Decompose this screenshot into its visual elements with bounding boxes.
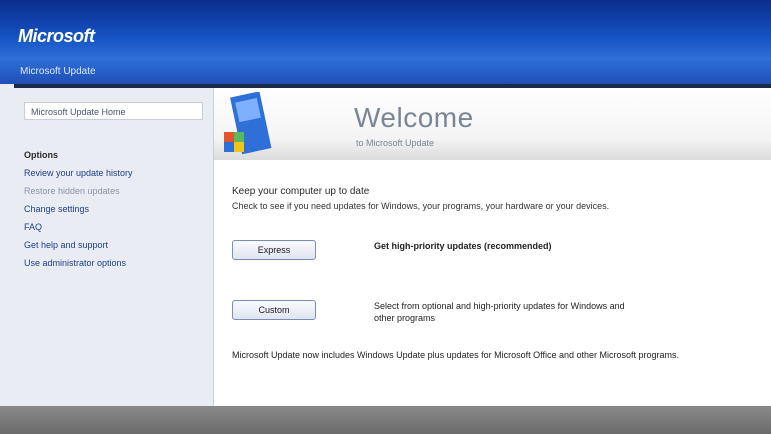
site-subtitle: Microsoft Update <box>20 66 96 77</box>
sidebar-item-admin-options[interactable]: Use administrator options <box>24 258 213 268</box>
sidebar-item-faq[interactable]: FAQ <box>24 222 213 232</box>
express-description-text: Get high-priority updates (recommended) <box>374 241 552 251</box>
intro-heading: Keep your computer up to date <box>232 186 370 197</box>
custom-action-row: Custom Select from optional and high-pri… <box>232 296 762 336</box>
express-action-row: Express Get high-priority updates (recom… <box>232 236 762 276</box>
sidebar-item-restore-hidden[interactable]: Restore hidden updates <box>24 186 213 196</box>
express-description: Get high-priority updates (recommended) <box>374 240 634 252</box>
windows-flag-icon <box>224 92 272 155</box>
bottom-status-bar <box>0 406 771 434</box>
sidebar-heading: Options <box>24 150 58 160</box>
intro-text: Keep your computer up to date Check to s… <box>232 186 762 211</box>
custom-description: Select from optional and high-priority u… <box>374 301 625 323</box>
welcome-title: Welcome <box>354 102 474 133</box>
left-edge <box>0 84 14 406</box>
sidebar-item-review-history[interactable]: Review your update history <box>24 168 213 178</box>
express-button[interactable]: Express <box>232 240 316 260</box>
welcome-subtitle: to Microsoft Update <box>356 138 435 148</box>
footer-note: Microsoft Update now includes Windows Up… <box>232 350 680 360</box>
intro-instructions: Check to see if you need updates for Win… <box>232 201 610 211</box>
main-content: Welcome to Microsoft Update Keep your co… <box>214 88 771 406</box>
site-header: Microsoft Microsoft Update <box>0 0 771 84</box>
microsoft-logo[interactable]: Microsoft <box>18 26 95 47</box>
welcome-banner: Welcome to Microsoft Update <box>214 88 771 160</box>
sidebar-item-change-settings[interactable]: Change settings <box>24 204 213 214</box>
sidebar: Microsoft Update Home Options Review you… <box>14 88 214 406</box>
sidebar-home-link[interactable]: Microsoft Update Home <box>24 102 203 120</box>
custom-button[interactable]: Custom <box>232 300 316 320</box>
sidebar-item-help[interactable]: Get help and support <box>24 240 213 250</box>
